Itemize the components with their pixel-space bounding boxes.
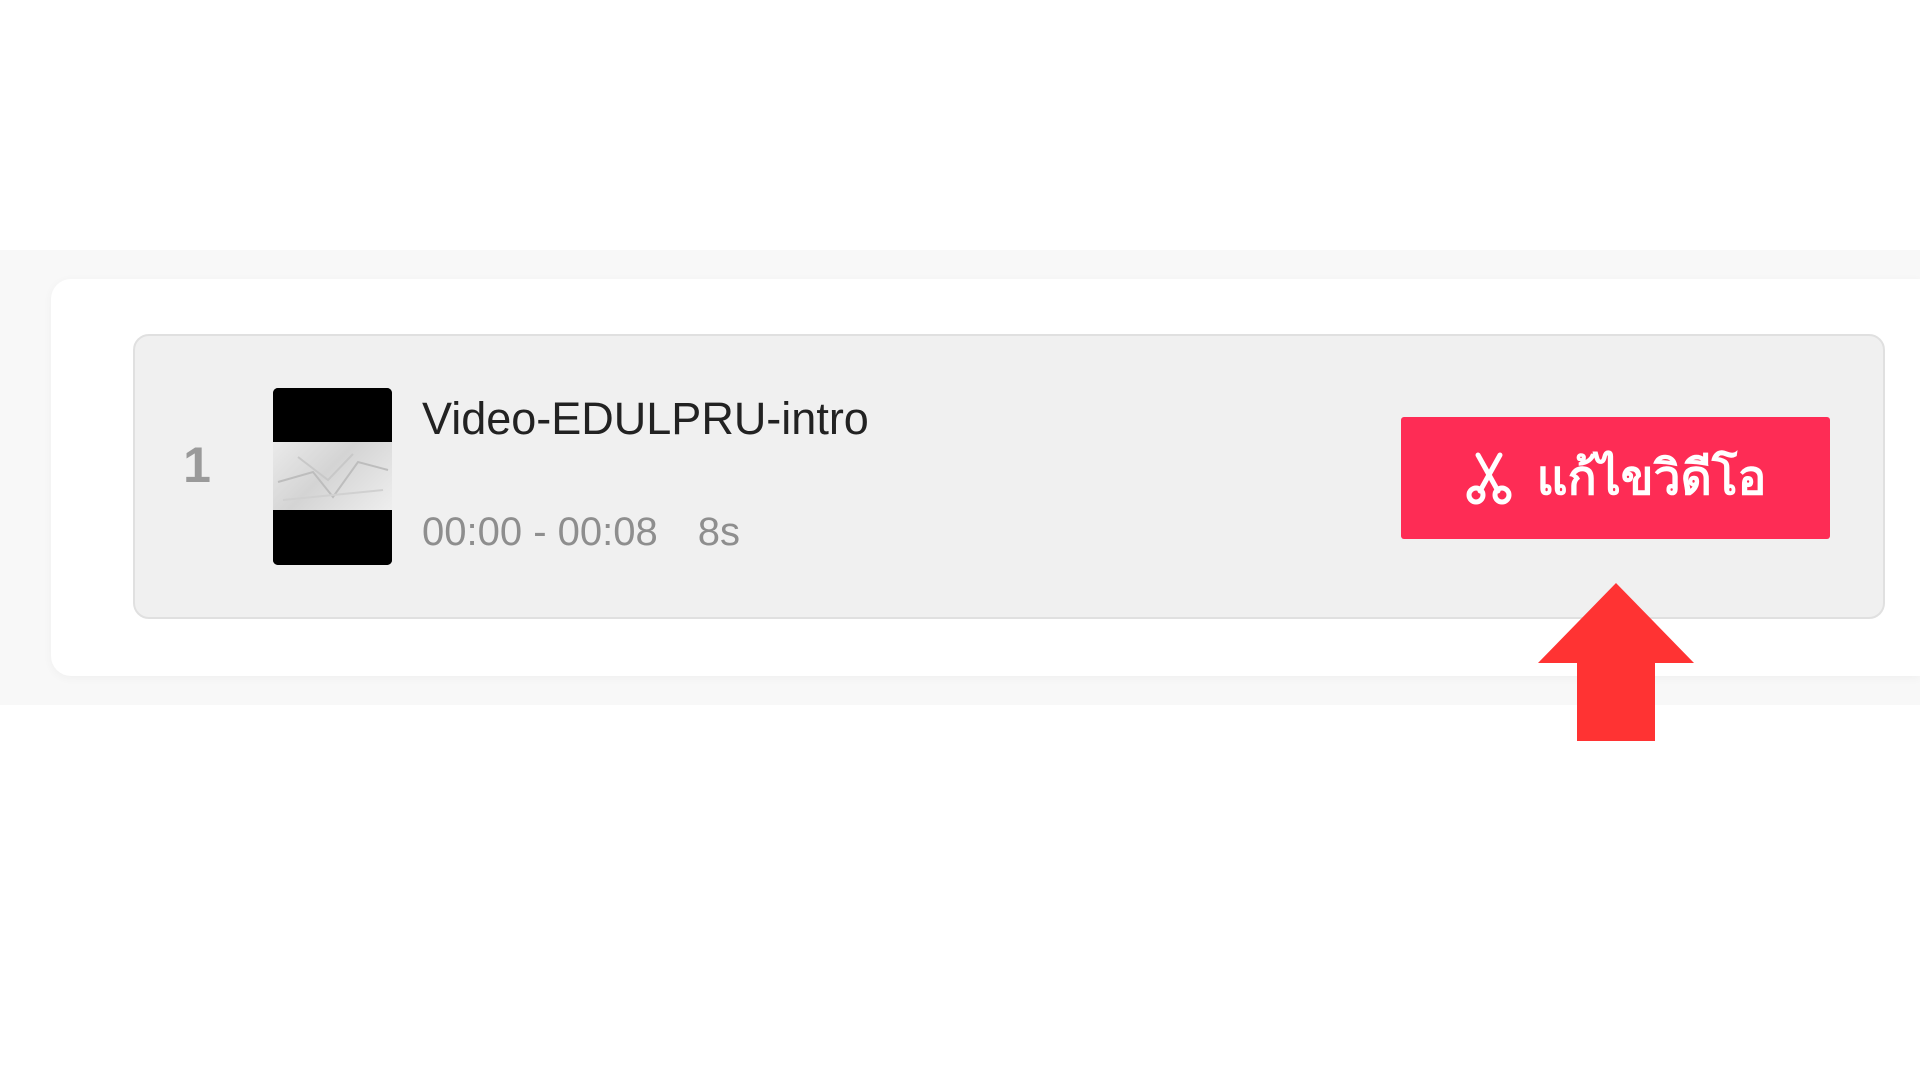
clip-duration: 8s [697, 510, 740, 554]
clip-row[interactable]: 1 Video-EDULPRU-intro 00:00 - 00:08 8s แ… [133, 334, 1885, 619]
scissors-icon [1465, 451, 1513, 505]
edit-video-button[interactable]: แก้ไขวิดีโอ [1401, 417, 1830, 539]
clip-meta: 00:00 - 00:08 8s [422, 510, 740, 554]
page: 1 Video-EDULPRU-intro 00:00 - 00:08 8s แ… [0, 0, 1920, 1080]
clip-title: Video-EDULPRU-intro [422, 393, 869, 444]
clip-time-range: 00:00 - 00:08 [422, 510, 658, 554]
arrow-up-icon [1538, 583, 1694, 745]
clip-index: 1 [183, 437, 211, 493]
edit-video-label: แก้ไขวิดีโอ [1536, 450, 1767, 506]
thumbnail-image [273, 442, 392, 510]
video-thumbnail [273, 388, 392, 565]
